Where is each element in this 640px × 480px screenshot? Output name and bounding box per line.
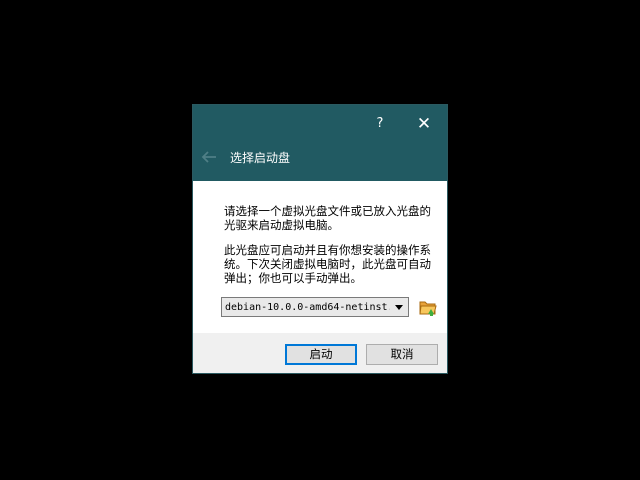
disk-select-value: debian-10.0.0-amd64-netinst. (225, 302, 390, 313)
close-button[interactable]: ✕ (413, 113, 435, 135)
folder-open-icon[interactable] (418, 297, 438, 317)
cancel-button[interactable]: 取消 (366, 344, 438, 365)
start-disk-dialog: ? ✕ 选择启动盘 请选择一个虚拟光盘文件或已放入光盘的光驱来启动虚拟电脑。 此… (192, 104, 448, 374)
dialog-header: ? ✕ 选择启动盘 (193, 105, 447, 181)
help-button[interactable]: ? (369, 113, 391, 135)
wizard-title: 选择启动盘 (230, 151, 291, 165)
back-arrow-icon[interactable] (201, 151, 217, 163)
eject-info-text: 此光盘应可启动并且有你想安装的操作系统。下次关闭虚拟电脑时，此光盘可自动弹出；你… (224, 243, 431, 285)
chevron-down-icon (395, 305, 403, 310)
disk-select-dropdown[interactable]: debian-10.0.0-amd64-netinst. (221, 297, 409, 317)
start-button[interactable]: 启动 (285, 344, 357, 365)
instruction-text: 请选择一个虚拟光盘文件或已放入光盘的光驱来启动虚拟电脑。 (224, 204, 431, 232)
